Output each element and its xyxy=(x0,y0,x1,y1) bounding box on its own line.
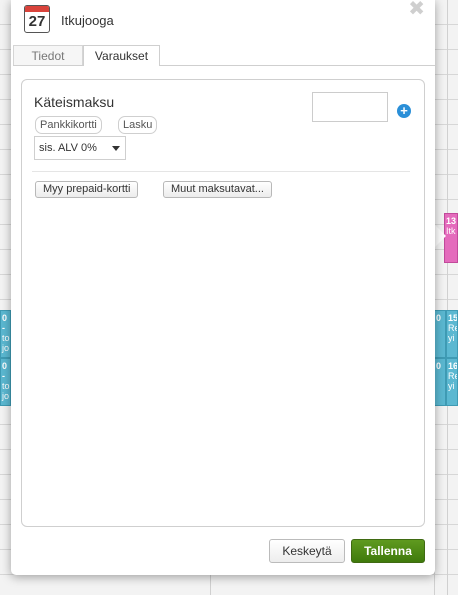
save-button[interactable]: Tallenna xyxy=(351,539,425,563)
cancel-button[interactable]: Keskeytä xyxy=(269,539,345,563)
tab-bar: Tiedot Varaukset xyxy=(13,45,435,66)
dialog-title: Itkujooga xyxy=(61,13,114,28)
close-icon[interactable]: ✖ xyxy=(408,0,425,21)
vat-select[interactable]: sis. ALV 0% xyxy=(34,136,126,160)
event-time: 0 - xyxy=(2,313,8,333)
vat-select-value: sis. ALV 0% xyxy=(39,142,97,154)
event-time: 0 - xyxy=(2,361,8,381)
event-time: 0 xyxy=(436,313,442,323)
booking-dialog: 27 Itkujooga ✖ Tiedot Varaukset Käteisma… xyxy=(11,0,435,575)
chevron-down-icon xyxy=(112,146,120,151)
event-title: to jo xyxy=(2,381,10,401)
calendar-icon-day: 27 xyxy=(28,13,46,30)
event-title: Itk xyxy=(446,226,456,236)
other-payment-methods-button[interactable]: Muut maksutavat... xyxy=(163,181,272,198)
payment-method-pankkikortti[interactable]: Pankkikortti xyxy=(35,116,102,134)
event-title: Re yi xyxy=(448,323,457,343)
tab-varaukset[interactable]: Varaukset xyxy=(83,45,160,66)
popover-arrow xyxy=(435,225,446,247)
sell-prepaid-button[interactable]: Myy prepaid-kortti xyxy=(35,181,139,198)
event-title: Re yi xyxy=(448,371,457,391)
calendar-icon: 27 xyxy=(24,5,50,33)
event-time: 16 xyxy=(448,361,458,371)
calendar-event[interactable]: 0 - to jo xyxy=(0,358,11,406)
calendar-column-divider xyxy=(447,0,448,595)
calendar-event[interactable]: 0 - to jo xyxy=(0,310,11,358)
event-time: 15 xyxy=(448,313,458,323)
divider xyxy=(32,171,410,172)
payment-method-lasku[interactable]: Lasku xyxy=(118,116,158,134)
calendar-event[interactable]: 15 Re yi xyxy=(446,310,458,358)
add-payment-icon[interactable]: + xyxy=(397,104,411,118)
event-title: to jo xyxy=(2,333,10,353)
calendar-event[interactable]: 13 Itk xyxy=(444,213,458,263)
payment-method-title: Käteismaksu xyxy=(34,94,115,110)
payment-panel: Käteismaksu + Pankkikortti Lasku sis. AL… xyxy=(21,79,425,527)
calendar-event[interactable]: 0 xyxy=(434,310,446,358)
tab-tiedot[interactable]: Tiedot xyxy=(13,45,83,65)
event-time: 0 xyxy=(436,361,442,371)
dialog-header: 27 Itkujooga ✖ xyxy=(11,0,435,45)
event-time: 13 xyxy=(446,216,457,226)
calendar-event[interactable]: 16 Re yi xyxy=(446,358,458,406)
amount-input[interactable] xyxy=(312,92,388,122)
calendar-event[interactable]: 0 xyxy=(434,358,446,406)
